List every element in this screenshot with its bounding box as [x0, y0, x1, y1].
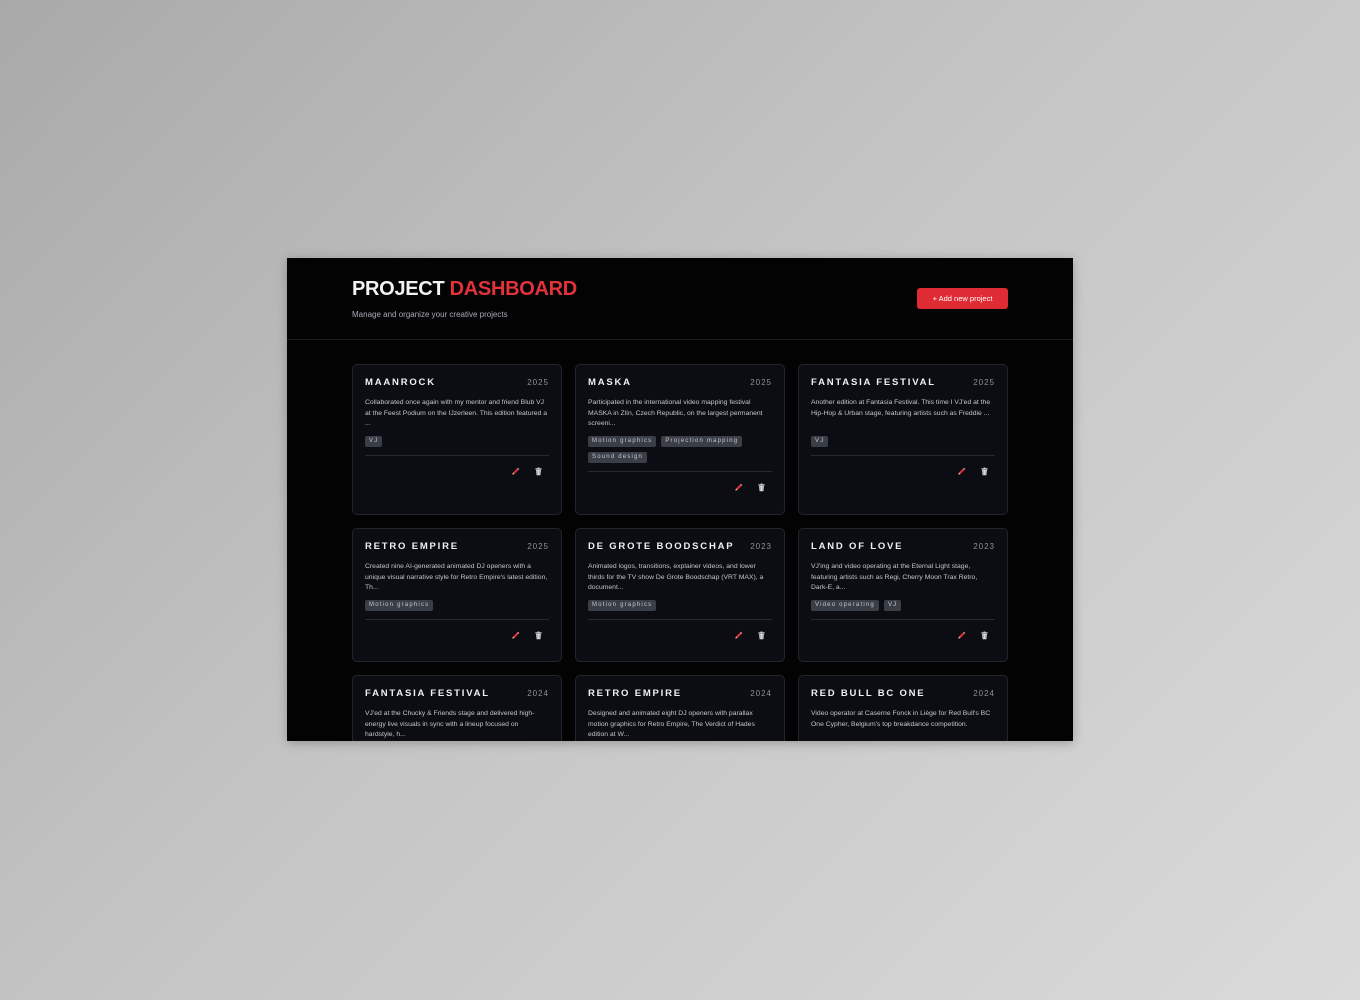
project-year: 2024 — [527, 689, 549, 698]
card-header: RETRO EMPIRE 2025 — [365, 541, 549, 552]
card-actions — [811, 630, 995, 640]
project-card[interactable]: LAND OF LOVE 2023 VJ'ing and video operati… — [798, 528, 1008, 662]
card-divider — [365, 455, 549, 456]
project-description: Video operator at Caserne Fonck in Liège… — [811, 710, 991, 728]
tag-list: Video operating VJ — [811, 600, 995, 611]
app-window: PROJECT DASHBOARD Manage and organize yo… — [287, 258, 1073, 741]
project-description: Designed and animated eight DJ openers w… — [588, 710, 755, 738]
card-actions — [365, 466, 549, 476]
project-tag: VJ — [811, 436, 829, 447]
tag-list: Motion graphics — [588, 600, 772, 611]
pencil-icon[interactable] — [956, 466, 966, 476]
trash-icon[interactable] — [756, 482, 766, 492]
project-title: RETRO EMPIRE — [365, 541, 459, 552]
page-title-main: PROJECT — [352, 278, 445, 300]
project-description: Participated in the international video … — [588, 399, 763, 427]
card-header: RED BULL BC ONE 2024 — [811, 688, 995, 699]
trash-icon[interactable] — [979, 630, 989, 640]
card-actions — [365, 630, 549, 640]
trash-icon[interactable] — [756, 630, 766, 640]
project-card[interactable]: DE GROTE BOODSCHAP 2023 Animated logos, tr… — [575, 528, 785, 662]
project-description: VJ'ing and video operating at the Eterna… — [811, 563, 978, 591]
project-description: Collaborated once again with my mentor a… — [365, 399, 547, 427]
project-year: 2025 — [973, 378, 995, 387]
project-title: MAANROCK — [365, 377, 436, 388]
project-year: 2025 — [527, 542, 549, 551]
card-header: MASKA 2025 — [588, 377, 772, 388]
page-subtitle: Manage and organize your creative projec… — [352, 310, 508, 319]
project-card[interactable]: MAANROCK 2025 Collaborated once again with… — [352, 364, 562, 515]
trash-icon[interactable] — [533, 630, 543, 640]
project-tag: Video operating — [811, 600, 879, 611]
pencil-icon[interactable] — [733, 482, 743, 492]
project-title: LAND OF LOVE — [811, 541, 904, 552]
card-header: FANTASIA FESTIVAL 2025 — [811, 377, 995, 388]
project-grid: MAANROCK 2025 Collaborated once again with… — [352, 364, 1008, 741]
card-divider — [588, 471, 772, 472]
project-tag: Projection mapping — [661, 436, 743, 447]
project-year: 2024 — [750, 689, 772, 698]
project-title: DE GROTE BOODSCHAP — [588, 541, 735, 552]
project-description: Animated logos, transitions, explainer v… — [588, 563, 764, 591]
page-title-accent: DASHBOARD — [449, 278, 578, 300]
project-description: Created nine AI-generated animated DJ op… — [365, 563, 548, 591]
project-description: VJ'ed at the Chucky & Friends stage and … — [365, 710, 535, 738]
card-divider — [588, 619, 772, 620]
card-header: DE GROTE BOODSCHAP 2023 — [588, 541, 772, 552]
project-year: 2023 — [750, 542, 772, 551]
card-header: FANTASIA FESTIVAL 2024 — [365, 688, 549, 699]
project-tag: Sound design — [588, 452, 648, 463]
project-card[interactable]: FANTASIA FESTIVAL 2025 Another edition at … — [798, 364, 1008, 515]
project-card[interactable]: MASKA 2025 Participated in the internation… — [575, 364, 785, 515]
project-tag: VJ — [365, 436, 383, 447]
card-divider — [365, 619, 549, 620]
project-tag: Motion graphics — [365, 600, 434, 611]
project-card[interactable]: RETRO EMPIRE 2025 Created nine AI-generate… — [352, 528, 562, 662]
card-header: RETRO EMPIRE 2024 — [588, 688, 772, 699]
card-actions — [588, 482, 772, 492]
project-tag: Motion graphics — [588, 600, 657, 611]
pencil-icon[interactable] — [510, 630, 520, 640]
project-title: FANTASIA FESTIVAL — [365, 688, 490, 699]
card-divider — [811, 455, 995, 456]
project-title: RETRO EMPIRE — [588, 688, 682, 699]
add-project-button[interactable]: + Add new project — [917, 288, 1008, 309]
project-tag: VJ — [883, 600, 902, 611]
project-year: 2025 — [750, 378, 772, 387]
pencil-icon[interactable] — [956, 630, 966, 640]
card-actions — [588, 630, 772, 640]
project-description: Another edition at Fantasia Festival. Th… — [811, 399, 991, 417]
pencil-icon[interactable] — [510, 466, 520, 476]
tag-list: Motion graphics Projection mapping Sound d… — [588, 436, 772, 463]
project-card[interactable]: RETRO EMPIRE 2024 Designed and animated ei… — [575, 675, 785, 741]
tag-list: Motion graphics — [365, 600, 549, 611]
project-year: 2025 — [527, 378, 549, 387]
page-header: PROJECT DASHBOARD Manage and organize yo… — [287, 258, 1073, 340]
card-actions — [811, 466, 995, 476]
card-divider — [811, 619, 995, 620]
project-tag: Motion graphics — [588, 436, 657, 447]
project-year: 2024 — [973, 689, 995, 698]
trash-icon[interactable] — [979, 466, 989, 476]
tag-list: VJ — [811, 436, 995, 447]
page-title: PROJECT DASHBOARD — [352, 278, 577, 301]
project-title: MASKA — [588, 377, 632, 388]
trash-icon[interactable] — [533, 466, 543, 476]
tag-list: VJ — [365, 436, 549, 447]
project-card[interactable]: RED BULL BC ONE 2024 Video operator at Cas… — [798, 675, 1008, 741]
project-title: FANTASIA FESTIVAL — [811, 377, 936, 388]
card-header: LAND OF LOVE 2023 — [811, 541, 995, 552]
pencil-icon[interactable] — [733, 630, 743, 640]
card-header: MAANROCK 2025 — [365, 377, 549, 388]
project-card[interactable]: FANTASIA FESTIVAL 2024 VJ'ed at the Chucky… — [352, 675, 562, 741]
project-year: 2023 — [973, 542, 995, 551]
project-title: RED BULL BC ONE — [811, 688, 926, 699]
